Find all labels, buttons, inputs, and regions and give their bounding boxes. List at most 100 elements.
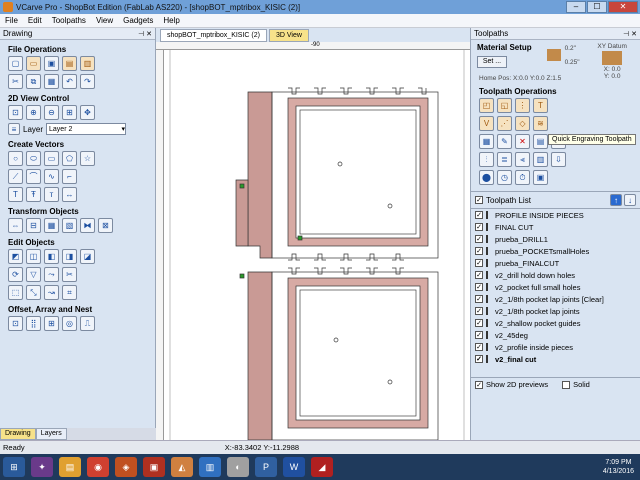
zoom-extents-icon[interactable]: ⊡ bbox=[8, 105, 23, 120]
drill-toolpath-icon[interactable]: ⋮ bbox=[515, 98, 530, 113]
draw-ellipse-icon[interactable]: ⬭ bbox=[26, 151, 41, 166]
draw-curve-icon[interactable]: ∿ bbox=[44, 169, 59, 184]
subtract-icon[interactable]: ◨ bbox=[62, 249, 77, 264]
quick-engraving-icon[interactable]: T bbox=[533, 98, 548, 113]
vcarve-taskbar-icon[interactable]: ◭ bbox=[171, 457, 193, 477]
reset-preview-icon[interactable]: ◷ bbox=[497, 170, 512, 185]
taskbar-app5-icon[interactable]: ◐ bbox=[227, 457, 249, 477]
move-down-icon[interactable]: ↓ bbox=[624, 194, 636, 206]
toolpath-checkbox[interactable]: ✓ bbox=[475, 343, 483, 351]
array-icon[interactable]: ⣿ bbox=[26, 316, 41, 331]
toolpath-summary-icon[interactable]: ▣ bbox=[533, 170, 548, 185]
scissors-icon[interactable]: ✂ bbox=[62, 267, 77, 282]
fillet-icon[interactable]: ⌐ bbox=[62, 169, 77, 184]
xy-datum-icon[interactable] bbox=[602, 51, 623, 65]
calculate-toolpath-icon[interactable]: ▤ bbox=[533, 134, 548, 149]
toolpath-list-check-all[interactable]: ✓ bbox=[475, 196, 483, 204]
cut-icon[interactable]: ✂ bbox=[8, 74, 23, 89]
dimension-icon[interactable]: ↔ bbox=[62, 187, 77, 202]
trim-icon[interactable]: ◫ bbox=[26, 249, 41, 264]
weld-icon[interactable]: ◧ bbox=[44, 249, 59, 264]
merge-toolpath-icon[interactable]: ⫷ bbox=[515, 152, 530, 167]
list-item[interactable]: ✓ v2_final cut bbox=[471, 353, 640, 365]
tab-layers[interactable]: Layers bbox=[35, 428, 67, 440]
draw-arc-icon[interactable]: ⌒ bbox=[26, 169, 41, 184]
draw-circle-icon[interactable]: ○ bbox=[8, 151, 23, 166]
profile-toolpath-icon[interactable]: ◰ bbox=[479, 98, 494, 113]
list-item[interactable]: ✓ v2_profile inside pieces bbox=[471, 341, 640, 353]
show-2d-previews-checkbox[interactable]: ✓ bbox=[475, 380, 483, 389]
texture-toolpath-icon[interactable]: ▦ bbox=[479, 134, 494, 149]
delete-toolpath-icon[interactable]: ✕ bbox=[515, 134, 530, 149]
pocket-toolpath-icon[interactable]: ◱ bbox=[497, 98, 512, 113]
tab-drawing[interactable]: Drawing bbox=[0, 428, 36, 440]
toolpath-checkbox[interactable]: ✓ bbox=[475, 271, 483, 279]
toolpath-checkbox[interactable]: ✓ bbox=[475, 247, 483, 255]
material-set-button[interactable]: Set ... bbox=[477, 56, 507, 68]
smooth-icon[interactable]: ⟳ bbox=[8, 267, 23, 282]
list-item[interactable]: ✓ v2_1/8th pocket lap joints bbox=[471, 305, 640, 317]
fluting-toolpath-icon[interactable]: ⋰ bbox=[497, 116, 512, 131]
new-file-icon[interactable]: ▢ bbox=[8, 56, 23, 71]
move-icon[interactable]: ⇔ bbox=[8, 218, 23, 233]
solid-checkbox[interactable] bbox=[562, 380, 571, 389]
taskbar-app-icon[interactable]: ✦ bbox=[31, 457, 53, 477]
list-item[interactable]: ✓ prueba_FINALCUT bbox=[471, 257, 640, 269]
drawing-canvas[interactable] bbox=[164, 50, 470, 440]
list-item[interactable]: ✓ v2_shallow pocket guides bbox=[471, 317, 640, 329]
extend-icon[interactable]: ⤡ bbox=[26, 285, 41, 300]
export-icon[interactable]: ▥ bbox=[80, 56, 95, 71]
prism-toolpath-icon[interactable]: ◇ bbox=[515, 116, 530, 131]
ungroup-icon[interactable]: ▧ bbox=[62, 218, 77, 233]
toolpath-checkbox[interactable]: ✓ bbox=[475, 331, 483, 339]
taskbar-app6-icon[interactable]: ◢ bbox=[311, 457, 333, 477]
close-vector-icon[interactable]: ⤳ bbox=[44, 267, 59, 282]
list-item[interactable]: ✓ FINAL CUT bbox=[471, 221, 640, 233]
pw3d-icon[interactable]: P bbox=[255, 457, 277, 477]
zoom-out-icon[interactable]: ⊖ bbox=[44, 105, 59, 120]
pin-icon-right[interactable]: ⊣ ✕ bbox=[623, 30, 637, 38]
fillet-edit-icon[interactable]: ⬚ bbox=[8, 285, 23, 300]
toolpath-checkbox[interactable]: ✓ bbox=[475, 223, 483, 231]
draw-rectangle-icon[interactable]: ▭ bbox=[44, 151, 59, 166]
save-toolpath-icon[interactable]: ⇩ bbox=[551, 152, 566, 167]
paste-icon[interactable]: ▦ bbox=[44, 74, 59, 89]
draw-line-icon[interactable]: ⟋ bbox=[8, 169, 23, 184]
list-item[interactable]: ✓ prueba_DRILL1 bbox=[471, 233, 640, 245]
menu-file[interactable]: File bbox=[0, 16, 23, 25]
text-box-icon[interactable]: Ŧ bbox=[26, 187, 41, 202]
word-icon[interactable]: W bbox=[283, 457, 305, 477]
file-explorer-icon[interactable]: ▤ bbox=[59, 457, 81, 477]
toolpath-checkbox[interactable]: ✓ bbox=[475, 259, 483, 267]
system-clock[interactable]: 7:09 PM 4/13/2016 bbox=[603, 458, 634, 476]
redo-icon[interactable]: ↷ bbox=[80, 74, 95, 89]
group-icon[interactable]: ▦ bbox=[44, 218, 59, 233]
toolpath-checkbox[interactable]: ✓ bbox=[475, 355, 483, 363]
time-estimate-icon[interactable]: ⏱ bbox=[515, 170, 530, 185]
intersect-icon[interactable]: ◪ bbox=[80, 249, 95, 264]
menu-edit[interactable]: Edit bbox=[23, 16, 47, 25]
circular-array-icon[interactable]: ◎ bbox=[62, 316, 77, 331]
minimize-button[interactable]: – bbox=[566, 1, 586, 13]
open-file-icon[interactable]: ▭ bbox=[26, 56, 41, 71]
toolpath-checkbox[interactable]: ✓ bbox=[475, 307, 483, 315]
moulding-toolpath-icon[interactable]: ≋ bbox=[533, 116, 548, 131]
pan-icon[interactable]: ✥ bbox=[80, 105, 95, 120]
vcarve-toolpath-icon[interactable]: V bbox=[479, 116, 494, 131]
tab-3d-view[interactable]: 3D View bbox=[268, 29, 309, 42]
close-button[interactable]: ✕ bbox=[608, 1, 638, 13]
list-item[interactable]: ✓ v2_45deg bbox=[471, 329, 640, 341]
mirror-icon[interactable]: ⧓ bbox=[80, 218, 95, 233]
edit-toolpath-icon[interactable]: ✎ bbox=[497, 134, 512, 149]
import-icon[interactable]: ▤ bbox=[62, 56, 77, 71]
list-item[interactable]: ✓ v2_1/8th pocket lap joints [Clear] bbox=[471, 293, 640, 305]
menu-help[interactable]: Help bbox=[158, 16, 184, 25]
draw-star-icon[interactable]: ☆ bbox=[80, 151, 95, 166]
chrome-icon[interactable]: ◉ bbox=[87, 457, 109, 477]
toolpath-checkbox[interactable]: ✓ bbox=[475, 319, 483, 327]
copy-icon[interactable]: ⧉ bbox=[26, 74, 41, 89]
taskbar-app2-icon[interactable]: ◈ bbox=[115, 457, 137, 477]
dogbone-icon[interactable]: ⌗ bbox=[62, 285, 77, 300]
tile-toolpath-icon[interactable]: ▥ bbox=[533, 152, 548, 167]
list-item[interactable]: ✓ v2_drill hold down holes bbox=[471, 269, 640, 281]
